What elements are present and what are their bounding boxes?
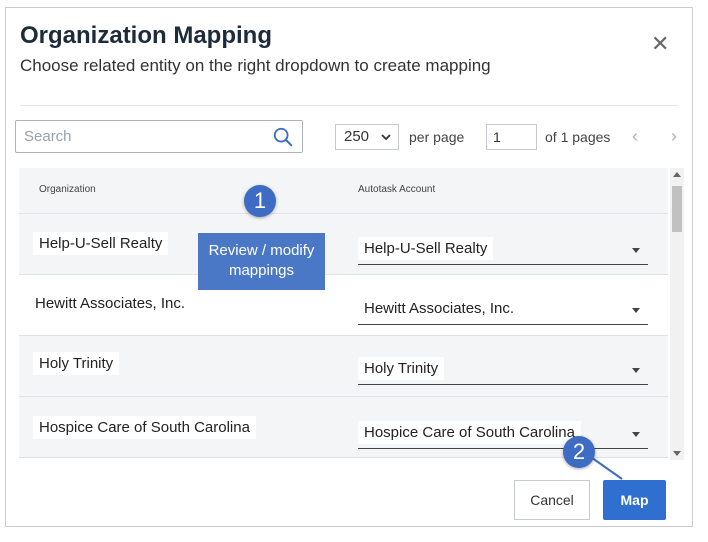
account-dropdown[interactable]: Hewitt Associates, Inc. [358, 288, 648, 325]
mapping-table: Organization Autotask Account Help-U-Sel… [19, 168, 668, 460]
chevron-down-icon [381, 134, 391, 141]
account-dropdown-value: Hewitt Associates, Inc. [358, 297, 521, 320]
organization-cell: Help-U-Sell Realty [33, 232, 169, 255]
table-scrollbar[interactable] [670, 168, 684, 460]
cancel-button[interactable]: Cancel [514, 480, 590, 520]
close-icon[interactable]: ✕ [651, 33, 669, 55]
header-divider [20, 105, 678, 106]
search-input[interactable] [16, 121, 272, 152]
column-header-autotask-account: Autotask Account [358, 184, 436, 195]
page-number-input[interactable]: 1 [486, 124, 537, 150]
account-dropdown-value: Hospice Care of South Carolina [358, 421, 581, 444]
page-total-label: of 1 pages [545, 129, 611, 145]
map-button[interactable]: Map [603, 480, 666, 520]
search-box [15, 120, 303, 153]
organization-cell: Hospice Care of South Carolina [33, 416, 256, 439]
account-dropdown-value: Holy Trinity [358, 357, 445, 380]
account-dropdown[interactable]: Holy Trinity [358, 348, 648, 385]
table-row: Hewitt Associates, Inc. Hewitt Associate… [19, 275, 668, 336]
account-dropdown[interactable]: Hospice Care of South Carolina [358, 412, 648, 449]
dialog-subtitle: Choose related entity on the right dropd… [20, 56, 491, 75]
scroll-up-icon[interactable] [673, 172, 681, 177]
caret-down-icon [632, 368, 640, 373]
dialog-title: Organization Mapping [20, 22, 272, 49]
search-icon[interactable] [272, 126, 294, 148]
caret-down-icon [632, 432, 640, 437]
scroll-down-icon[interactable] [673, 451, 681, 456]
account-dropdown-value: Help-U-Sell Realty [358, 237, 494, 260]
organization-cell: Holy Trinity [33, 352, 120, 375]
step-badge-2: 2 [563, 436, 595, 468]
per-page-value: 250 [344, 128, 370, 145]
table-row: Help-U-Sell Realty Help-U-Sell Realty [19, 214, 668, 275]
organization-cell: Hewitt Associates, Inc. [29, 292, 192, 315]
per-page-label: per page [409, 129, 465, 145]
step-badge-1: 1 [244, 185, 276, 217]
per-page-select[interactable]: 250 [335, 124, 399, 150]
caret-down-icon [632, 248, 640, 253]
organization-mapping-dialog: Organization Mapping Choose related enti… [5, 7, 693, 527]
review-callout: Review / modify mappings [198, 233, 325, 290]
table-row: Holy Trinity Holy Trinity [19, 336, 668, 397]
column-header-organization: Organization [39, 184, 96, 195]
caret-down-icon [632, 308, 640, 313]
table-header: Organization Autotask Account [19, 168, 668, 214]
chevron-right-icon[interactable]: › [671, 126, 677, 147]
chevron-left-icon[interactable]: ‹ [632, 126, 638, 147]
account-dropdown[interactable]: Help-U-Sell Realty [358, 228, 648, 265]
scroll-thumb[interactable] [672, 186, 682, 232]
